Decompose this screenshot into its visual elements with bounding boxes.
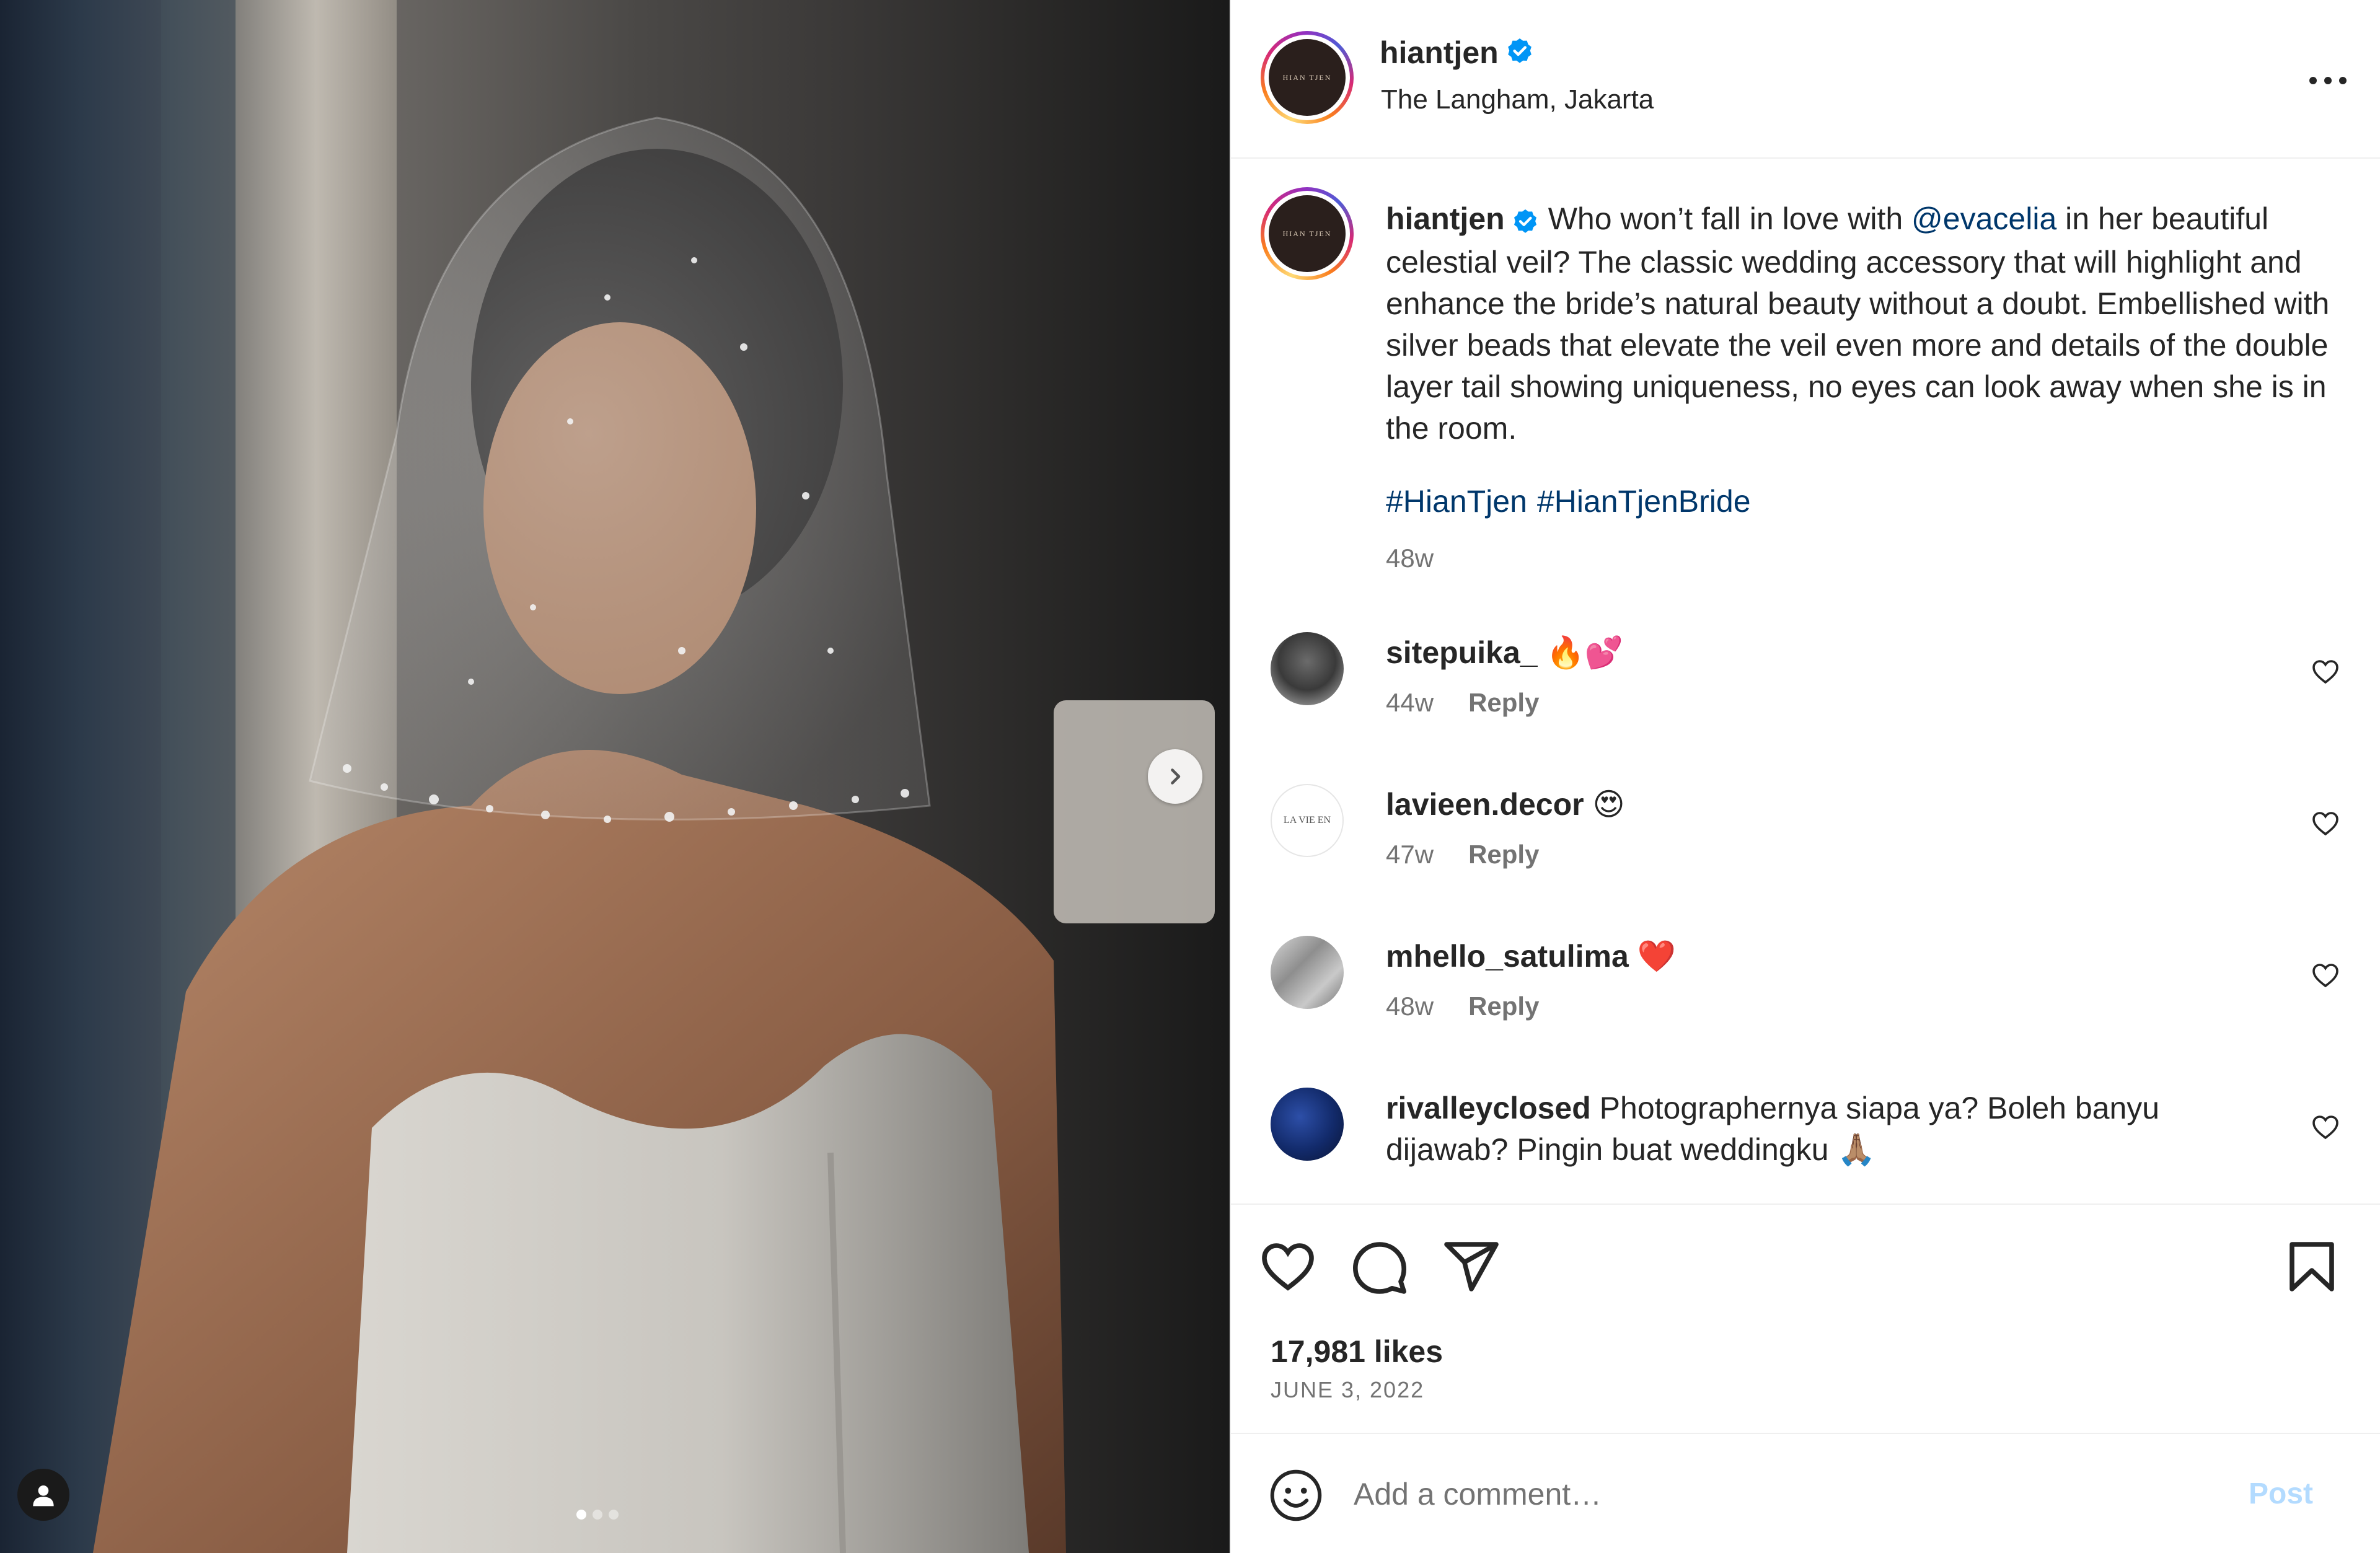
likes-count[interactable]: 17,981 likes [1271, 1334, 1443, 1370]
post-sidebar: HIAN TJEN hiantjen The Langham, Jakarta [1230, 0, 2380, 1553]
verified-badge-icon [1511, 200, 1540, 242]
username-link[interactable]: hiantjen [1380, 35, 1499, 71]
heart-icon[interactable] [2311, 809, 2340, 838]
comment-username[interactable]: rivalleyclosed [1386, 1091, 1591, 1125]
mention-link[interactable]: @evacelia [1911, 201, 2056, 236]
comment-text: sitepuika_ 🔥💕 [1386, 632, 2254, 674]
comment-meta: 47w Reply [1386, 840, 1539, 869]
photo-illustration [0, 0, 1215, 1553]
chevron-right-icon [1171, 768, 1181, 785]
comment-meta: 44w Reply [1386, 688, 1539, 718]
caption-username[interactable]: hiantjen [1386, 201, 1505, 236]
more-horizontal-icon [2309, 77, 2347, 84]
comment-message: 🔥💕 [1546, 635, 1623, 670]
comment-message: ❤️ [1637, 939, 1676, 974]
comment-input[interactable] [1352, 1466, 2195, 1522]
reply-button[interactable]: Reply [1468, 840, 1539, 869]
heart-icon[interactable] [2311, 657, 2340, 687]
hashtag-link[interactable]: #HianTjenBride [1537, 484, 1751, 519]
comment-message: 😍 [1592, 787, 1625, 822]
person-icon [33, 1485, 54, 1507]
carousel-next-button[interactable] [1148, 749, 1202, 804]
commenter-avatar[interactable] [1271, 1088, 1344, 1161]
comment-timestamp[interactable]: 48w [1386, 992, 1434, 1021]
commenter-avatar[interactable]: LA VIE EN [1271, 784, 1344, 857]
reply-button[interactable]: Reply [1468, 992, 1539, 1021]
heart-icon[interactable] [1258, 1237, 1318, 1296]
caption-timestamp[interactable]: 48w [1386, 543, 1434, 573]
carousel-dot [593, 1510, 602, 1520]
location-link[interactable]: The Langham, Jakarta [1381, 84, 1654, 115]
avatar-border: HIAN TJEN [1264, 191, 1350, 276]
comment-timestamp[interactable]: 47w [1386, 840, 1434, 869]
comment-item: rivalleyclosed Photographernya siapa ya?… [1231, 1088, 2380, 1199]
comment-username[interactable]: mhello_satulima [1386, 939, 1629, 974]
post-header: HIAN TJEN hiantjen The Langham, Jakarta [1231, 0, 2380, 159]
speech-bubble-icon[interactable] [1350, 1237, 1409, 1296]
post-date[interactable]: JUNE 3, 2022 [1271, 1377, 1424, 1403]
verified-badge-icon [1505, 37, 1535, 69]
carousel-indicator [576, 1510, 619, 1520]
comment-item: mhello_satulima ❤️ 48w Reply [1231, 936, 2380, 1078]
avatar-border: HIAN TJEN [1264, 35, 1350, 120]
heart-icon[interactable] [2311, 961, 2340, 990]
comment-form: Post [1231, 1435, 2380, 1553]
more-options-button[interactable] [2297, 62, 2359, 99]
comment-text: lavieen.decor 😍 [1386, 784, 2254, 825]
comment-item: sitepuika_ 🔥💕 44w Reply [1231, 632, 2380, 775]
tagged-users-button[interactable] [17, 1469, 69, 1521]
avatar[interactable]: HIAN TJEN [1261, 31, 1354, 124]
reply-button[interactable]: Reply [1468, 688, 1539, 717]
hashtag-link[interactable]: #HianTjen [1386, 484, 1527, 519]
comment-meta: 48w Reply [1386, 992, 1539, 1021]
avatar-image: HIAN TJEN [1269, 195, 1346, 272]
comment-item: LA VIE EN lavieen.decor 😍 47w Reply [1231, 784, 2380, 926]
heart-icon[interactable] [2311, 1112, 2340, 1142]
commenter-avatar[interactable] [1271, 632, 1344, 705]
comment-username[interactable]: lavieen.decor [1386, 787, 1584, 822]
paper-plane-icon[interactable] [1442, 1237, 1501, 1296]
bookmark-icon[interactable] [2282, 1237, 2342, 1296]
avatar-image: HIAN TJEN [1269, 39, 1346, 116]
comment-text: rivalleyclosed Photographernya siapa ya?… [1386, 1088, 2254, 1171]
caption-text: hiantjen Who won’t fall in love with @ev… [1386, 198, 2334, 449]
post-photo[interactable] [0, 0, 1230, 1553]
caption-body-start: Who won’t fall in love with [1548, 201, 1912, 236]
carousel-dot [609, 1510, 619, 1520]
header-username-row: hiantjen [1380, 35, 1535, 71]
caption-avatar[interactable]: HIAN TJEN [1261, 187, 1354, 280]
avatar-logo-text: LA VIE EN [1283, 815, 1331, 825]
carousel-dot [576, 1510, 586, 1520]
hashtags: #HianTjen #HianTjenBride [1386, 483, 1761, 519]
comment-username[interactable]: sitepuika_ [1386, 635, 1538, 670]
comment-text: mhello_satulima ❤️ [1386, 936, 2254, 977]
post-comment-button[interactable]: Post [2245, 1476, 2317, 1511]
smiley-icon[interactable] [1268, 1467, 1324, 1523]
comment-timestamp[interactable]: 44w [1386, 688, 1434, 717]
post-actions: 17,981 likes JUNE 3, 2022 [1231, 1203, 2380, 1434]
commenter-avatar[interactable] [1271, 936, 1344, 1009]
